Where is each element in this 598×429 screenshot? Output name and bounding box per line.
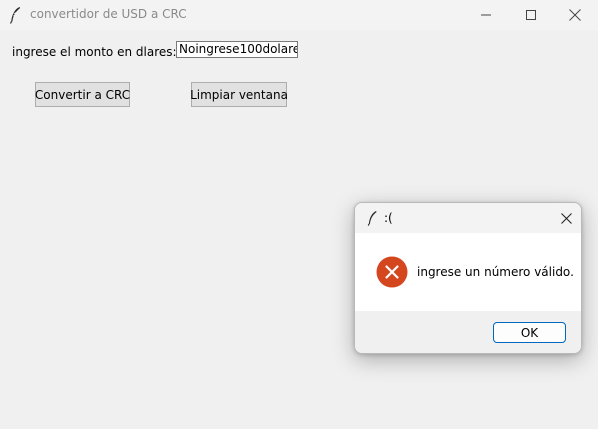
ok-button[interactable]: OK <box>493 322 566 343</box>
minimize-icon <box>481 14 491 16</box>
main-window: convertidor de USD a CRC ingrese el mont… <box>0 0 598 429</box>
convert-button[interactable]: Convertir a CRC <box>35 82 130 107</box>
error-dialog: :( ingrese un número válido. OK <box>354 202 582 354</box>
error-icon <box>376 256 408 288</box>
feather-icon <box>9 7 21 24</box>
maximize-icon <box>526 10 536 20</box>
dialog-message: ingrese un número válido. <box>417 265 574 279</box>
dialog-footer: OK <box>355 311 581 353</box>
amount-label: ingrese el monto en dlares: <box>12 45 177 59</box>
window-title: convertidor de USD a CRC <box>30 7 187 21</box>
dialog-title-bar[interactable]: :( <box>355 203 581 233</box>
close-icon <box>560 212 572 224</box>
clear-button[interactable]: Limpiar ventana <box>190 82 288 107</box>
dialog-title: :( <box>384 211 393 225</box>
feather-icon <box>367 211 377 226</box>
close-icon <box>569 9 581 21</box>
maximize-button[interactable] <box>508 0 554 30</box>
title-bar[interactable]: convertidor de USD a CRC <box>0 0 598 30</box>
close-button[interactable] <box>552 0 598 30</box>
dialog-close-button[interactable] <box>551 203 581 233</box>
minimize-button[interactable] <box>463 0 509 30</box>
dialog-body: ingrese un número válido. <box>355 233 581 311</box>
amount-input[interactable]: Noingrese100dolares:( <box>176 41 298 58</box>
